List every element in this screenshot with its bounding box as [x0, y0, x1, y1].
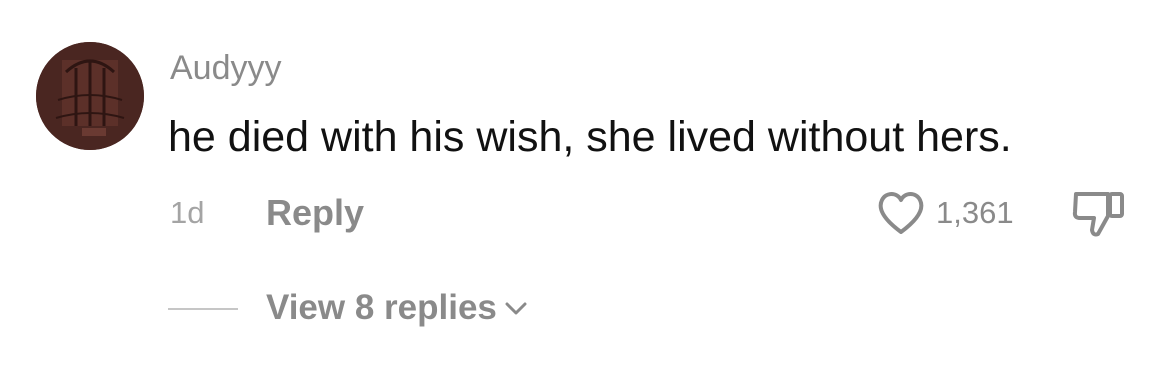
- chevron-down-icon: [501, 296, 531, 320]
- heart-icon: [874, 188, 928, 238]
- avatar[interactable]: [36, 42, 144, 150]
- view-replies-label: View 8 replies: [266, 288, 497, 327]
- comment-text: he died with his wish, she lived without…: [168, 113, 1012, 161]
- reply-button[interactable]: Reply: [266, 190, 364, 236]
- view-replies-button[interactable]: View 8 replies: [266, 286, 531, 330]
- like-button[interactable]: 1,361: [874, 188, 1014, 238]
- comment-timestamp: 1d: [170, 195, 205, 230]
- dislike-button[interactable]: [1066, 186, 1128, 240]
- replies-divider: [168, 308, 238, 310]
- avatar-image: [36, 42, 144, 150]
- thumbs-down-icon: [1072, 192, 1124, 237]
- comment-username[interactable]: Audyyy: [170, 46, 282, 90]
- like-count: 1,361: [936, 195, 1014, 230]
